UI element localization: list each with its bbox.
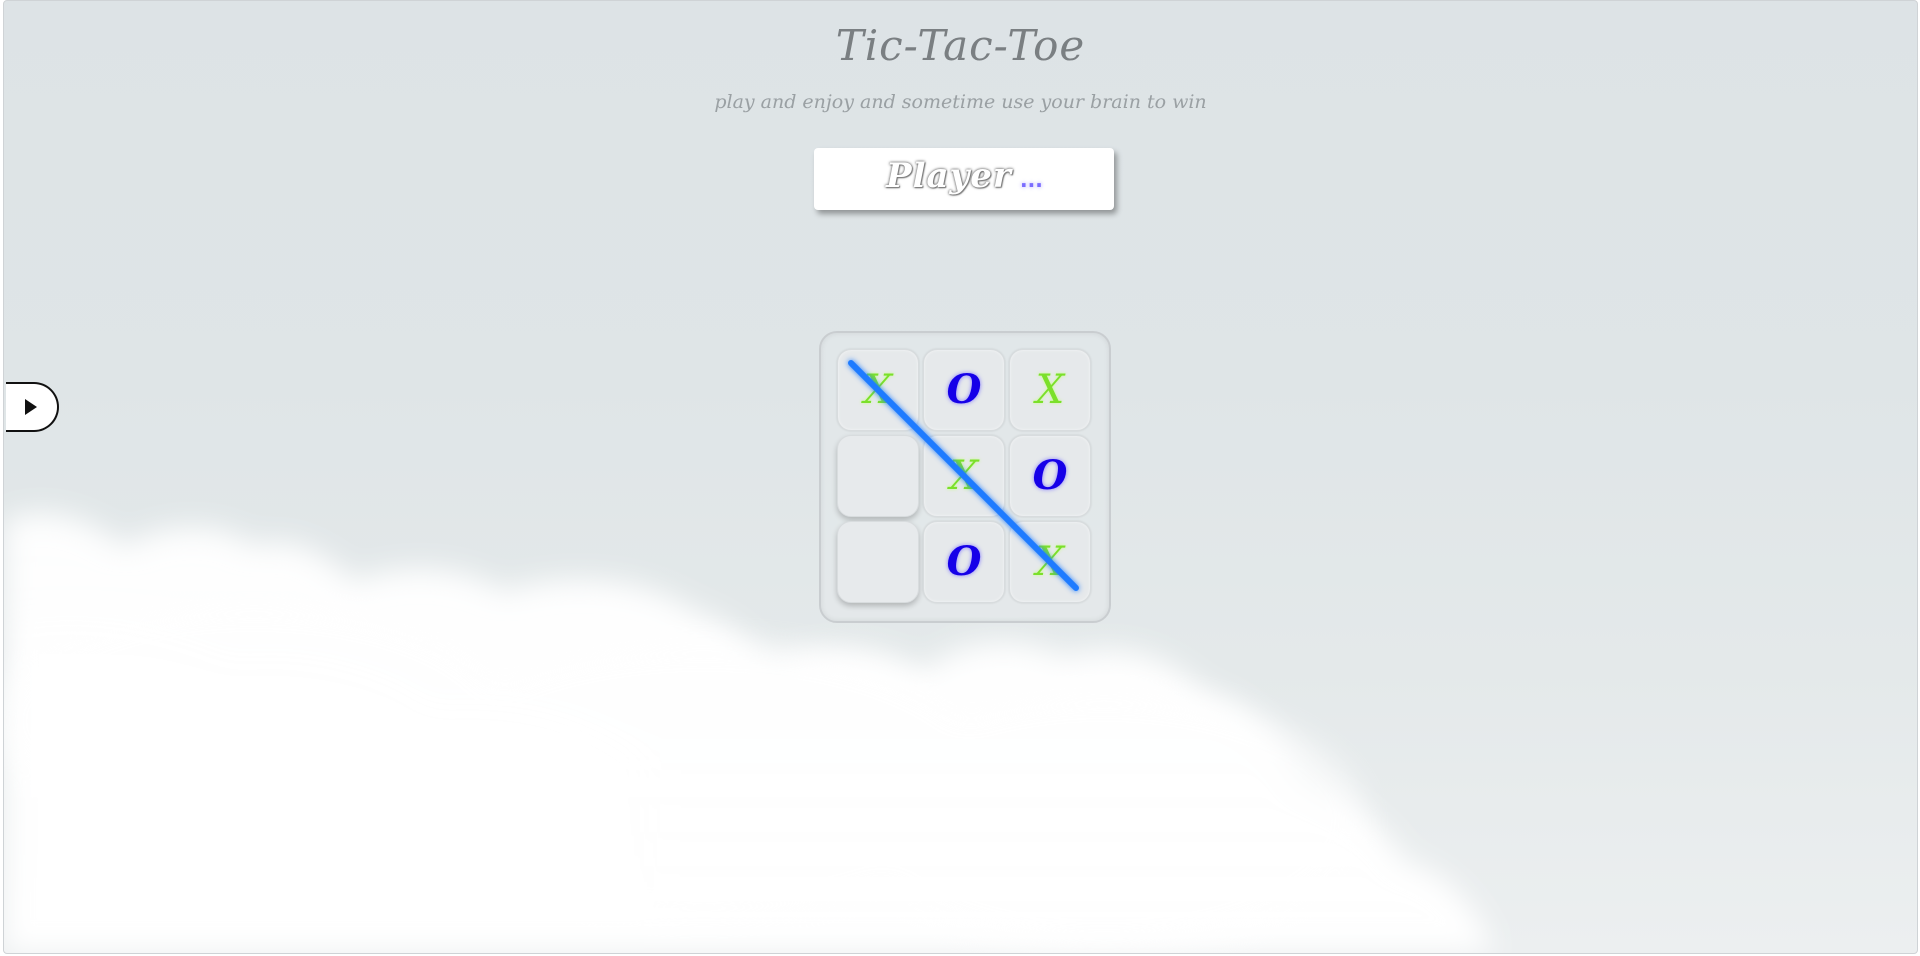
board-cell-1[interactable]: X [837,349,919,431]
player-status-box: Player ... [814,148,1114,210]
cell-mark-5: X [949,453,979,499]
board-cell-3[interactable]: X [1009,349,1091,431]
board-cell-5[interactable]: X [923,435,1005,517]
board-cell-6[interactable]: O [1009,435,1091,517]
player-label: Player [886,156,1012,196]
cell-mark-1: X [863,367,893,413]
board-cell-7[interactable] [837,521,919,603]
cell-mark-8: O [946,538,982,585]
play-triangle-icon [24,399,37,415]
current-player-indicator: ... [1020,168,1043,192]
game-subtitle: play and enjoy and sometime use your bra… [714,91,1207,113]
side-panel-toggle-button[interactable] [6,382,59,432]
board-cell-4[interactable] [837,435,919,517]
board-cell-2[interactable]: O [923,349,1005,431]
cell-mark-3: X [1035,367,1065,413]
game-board: X O X X O O X [819,331,1111,623]
board-cell-8[interactable]: O [923,521,1005,603]
board-cell-9[interactable]: X [1009,521,1091,603]
game-page: Tic-Tac-Toe play and enjoy and sometime … [3,0,1918,954]
game-title: Tic-Tac-Toe [835,21,1086,70]
cell-mark-9: X [1035,539,1065,585]
cell-mark-6: O [1032,452,1068,499]
cell-mark-4 [838,436,918,516]
cell-mark-7 [838,522,918,602]
cell-mark-2: O [946,366,982,413]
